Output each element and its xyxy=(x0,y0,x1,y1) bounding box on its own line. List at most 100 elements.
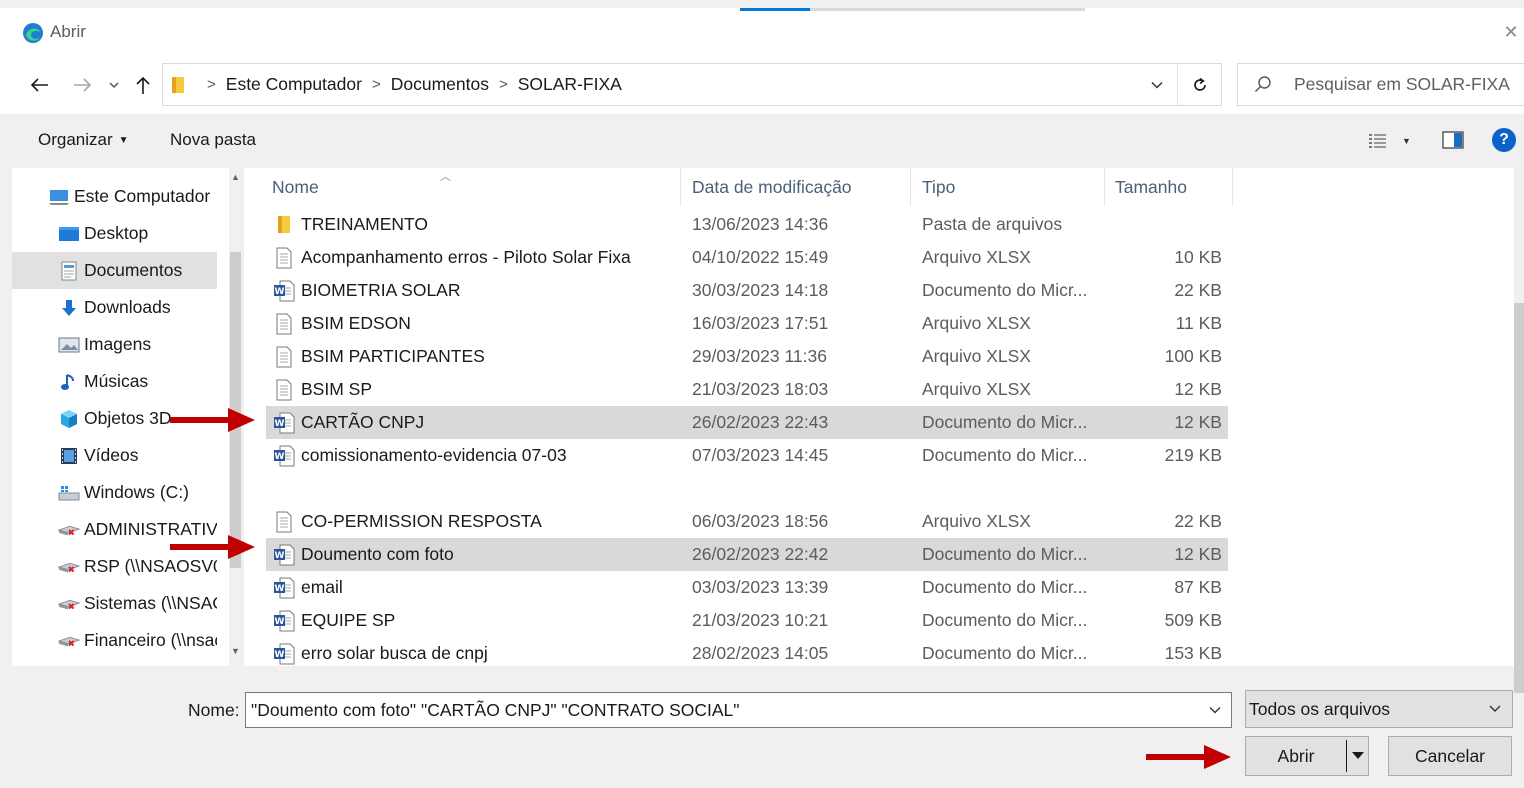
breadcrumb-separator[interactable]: > xyxy=(372,76,381,93)
chevron-down-icon xyxy=(109,82,119,89)
file-list-scroll-thumb[interactable] xyxy=(1514,303,1524,693)
file-name-combobox[interactable] xyxy=(245,692,1232,728)
file-row[interactable]: W CARTÃO CNPJ 26/02/2023 22:43 Documento do… xyxy=(266,406,1228,439)
chevron-down-icon xyxy=(1151,81,1163,89)
file-list-scrollbar[interactable] xyxy=(1514,168,1524,693)
file-list: ︿ Nome Data de modificação Tipo Tamanho … xyxy=(244,168,1516,666)
pictures-icon xyxy=(58,335,80,355)
column-header-name[interactable]: Nome xyxy=(272,177,319,198)
word-doc-icon: W xyxy=(273,544,295,566)
file-row[interactable]: BSIM EDSON 16/03/2023 17:51 Arquivo XLSX 11… xyxy=(266,307,1228,340)
file-date-cell: 28/02/2023 14:05 xyxy=(692,643,829,663)
sidebar-item-label: Este Computador xyxy=(74,186,211,206)
file-name-cell: erro solar busca de cnpj xyxy=(301,643,488,663)
new-folder-button[interactable]: Nova pasta xyxy=(170,130,256,150)
svg-text:W: W xyxy=(275,419,285,429)
search-box[interactable] xyxy=(1237,63,1524,106)
file-row[interactable]: CO-PERMISSION RESPOSTA 06/03/2023 18:56 Ar… xyxy=(266,505,1228,538)
back-button[interactable] xyxy=(26,72,52,98)
open-split-divider xyxy=(1346,740,1347,772)
file-row[interactable]: Acompanhamento erros - Piloto Solar Fixa… xyxy=(266,241,1228,274)
file-row[interactable]: W Doumento com foto 26/02/2023 22:42 Docume… xyxy=(266,538,1228,571)
file-size-cell: 219 KB xyxy=(1164,445,1222,465)
column-divider[interactable] xyxy=(910,168,911,206)
file-name-history-dropdown[interactable] xyxy=(1204,698,1226,722)
sidebar-item-label: Sistemas (\\NSAO xyxy=(84,593,217,613)
breadcrumb-item-documents[interactable]: Documentos xyxy=(391,74,489,95)
forward-button[interactable] xyxy=(70,72,96,98)
file-type-cell: Documento do Micr... xyxy=(922,544,1088,564)
sidebar-item[interactable]: Documentos xyxy=(12,252,217,289)
file-type-filter-select[interactable]: Todos os arquivos xyxy=(1245,690,1513,728)
refresh-button[interactable] xyxy=(1187,72,1213,98)
organize-button[interactable]: Organizar ▼ xyxy=(38,130,129,150)
sidebar-item[interactable]: Desktop xyxy=(12,215,217,252)
column-header-size[interactable]: Tamanho xyxy=(1115,177,1187,198)
address-history-dropdown[interactable] xyxy=(1145,72,1169,98)
cancel-button[interactable]: Cancelar xyxy=(1388,736,1512,776)
file-row[interactable]: Wcomissionamento-evidencia 07-03 07/03/20… xyxy=(266,439,1228,472)
change-view-button[interactable]: ▼ xyxy=(1368,130,1414,152)
breadcrumb-separator[interactable]: > xyxy=(499,76,508,93)
file-name-cell: BSIM SP xyxy=(301,379,372,399)
search-icon xyxy=(1254,76,1271,93)
breadcrumb-separator[interactable]: > xyxy=(207,76,216,93)
svg-text:W: W xyxy=(275,452,285,462)
column-divider[interactable] xyxy=(1104,168,1105,206)
column-header-date[interactable]: Data de modificação xyxy=(692,177,852,198)
file-row[interactable]: BSIM SP 21/03/2023 18:03 Arquivo XLSX 12 KB xyxy=(266,373,1228,406)
sidebar-item[interactable]: Imagens xyxy=(12,326,217,363)
file-name-cell: Acompanhamento erros - Piloto Solar Fixa xyxy=(301,247,631,267)
file-row[interactable]: BSIM PARTICIPANTES 29/03/2023 11:36 Arquiv… xyxy=(266,340,1228,373)
file-size-cell: 12 KB xyxy=(1174,379,1222,399)
sidebar-item[interactable]: Financeiro (\\nsao xyxy=(12,622,217,659)
sidebar-item-label: Músicas xyxy=(84,371,149,391)
file-date-cell: 21/03/2023 10:21 xyxy=(692,610,829,630)
file-size-cell: 12 KB xyxy=(1174,412,1222,432)
file-row[interactable]: W BIOMETRIA SOLAR 30/03/2023 14:18 Document… xyxy=(266,274,1228,307)
desktop-icon xyxy=(58,224,80,244)
column-header-type[interactable]: Tipo xyxy=(922,177,955,198)
help-button[interactable]: ? xyxy=(1492,128,1516,152)
scroll-up-icon[interactable]: ▲ xyxy=(231,172,240,182)
column-divider[interactable] xyxy=(680,168,681,206)
recent-locations-button[interactable] xyxy=(106,72,122,98)
refresh-icon xyxy=(1194,77,1206,91)
file-row[interactable]: TREINAMENTO 13/06/2023 14:36 Pasta de arqu… xyxy=(266,208,1228,241)
sidebar-item[interactable]: Windows (C:) xyxy=(12,474,217,511)
open-button[interactable]: Abrir xyxy=(1245,736,1369,776)
sidebar-item[interactable]: Músicas xyxy=(12,363,217,400)
svg-text:W: W xyxy=(275,584,285,594)
column-divider[interactable] xyxy=(1232,168,1233,206)
organize-label: Organizar xyxy=(38,130,113,149)
folder-icon xyxy=(172,77,184,93)
objects-3d-icon xyxy=(58,409,80,429)
file-size-cell: 22 KB xyxy=(1174,511,1222,531)
file-date-cell: 26/02/2023 22:42 xyxy=(692,544,829,564)
preview-pane-icon[interactable] xyxy=(1442,131,1464,149)
sidebar-item[interactable]: Sistemas (\\NSAO xyxy=(12,585,217,622)
file-type-cell: Documento do Micr... xyxy=(922,577,1088,597)
download-icon xyxy=(58,298,80,318)
arrow-up-icon xyxy=(136,76,150,94)
close-button[interactable]: ✕ xyxy=(1496,14,1524,50)
file-name-cell: BSIM PARTICIPANTES xyxy=(301,346,485,366)
open-options-dropdown-icon[interactable] xyxy=(1350,747,1366,765)
sidebar-item[interactable]: Este Computador xyxy=(12,178,217,215)
sidebar-item[interactable]: Vídeos xyxy=(12,437,217,474)
file-row[interactable]: W EQUIPE SP 21/03/2023 10:21 Documento do M… xyxy=(266,604,1228,637)
up-button[interactable] xyxy=(130,72,156,98)
sort-ascending-icon: ︿ xyxy=(440,171,451,183)
sidebar-item[interactable]: Downloads xyxy=(12,289,217,326)
file-row[interactable]: Werro solar busca de cnpj 28/02/2023 14:0… xyxy=(266,637,1228,666)
computer-icon xyxy=(48,187,70,207)
file-name-input[interactable] xyxy=(251,693,1191,727)
address-bar[interactable]: > Este Computador > Documentos > SOLAR-F… xyxy=(162,63,1222,106)
scroll-down-icon[interactable]: ▼ xyxy=(231,646,240,656)
file-size-cell: 153 KB xyxy=(1164,643,1222,663)
sidebar-item-label: Documentos xyxy=(84,260,183,280)
breadcrumb-item-current[interactable]: SOLAR-FIXA xyxy=(518,74,622,95)
file-row[interactable]: Wemail 03/03/2023 13:39 Documento do Micr.… xyxy=(266,571,1228,604)
breadcrumb-item-computer[interactable]: Este Computador xyxy=(226,74,362,95)
search-input[interactable] xyxy=(1294,64,1519,105)
